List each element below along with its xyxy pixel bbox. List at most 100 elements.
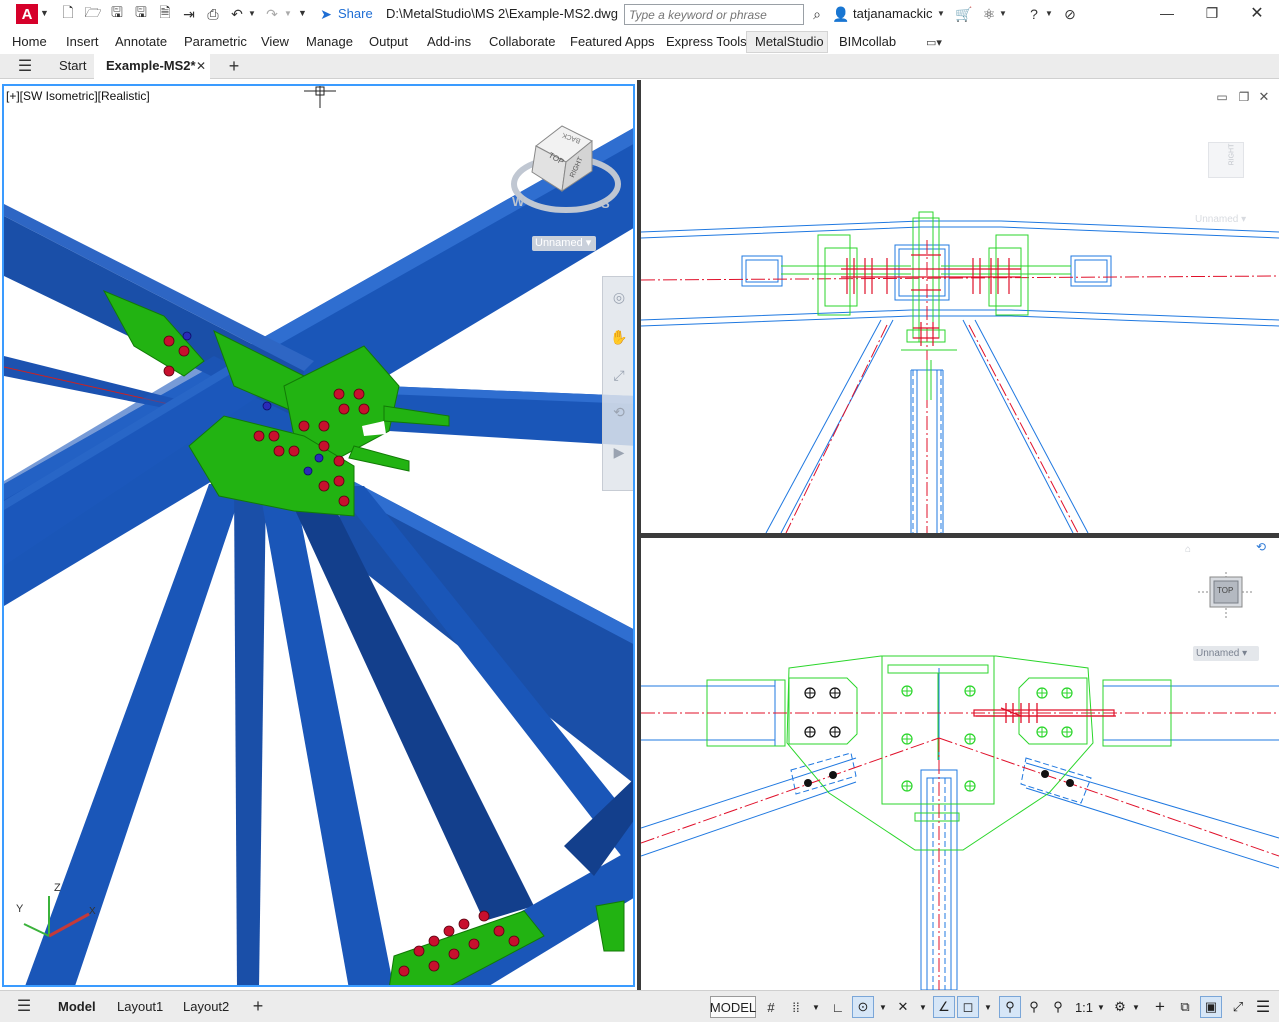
menu-view[interactable]: View bbox=[261, 34, 289, 49]
quick-access-customize-icon[interactable]: ▼ bbox=[298, 8, 307, 18]
menu-home[interactable]: Home bbox=[12, 34, 47, 49]
menu-add-ins[interactable]: Add-ins bbox=[427, 34, 471, 49]
tab-layout1[interactable]: Layout1 bbox=[117, 999, 163, 1014]
named-view-dropdown[interactable]: Unnamed ▾ bbox=[532, 236, 596, 251]
compass-west-label[interactable]: W bbox=[512, 194, 524, 209]
redo-dropdown-icon[interactable]: ▼ bbox=[284, 9, 292, 18]
navigation-bar: ◎ ✋ ⤢ ⟲ ▶ bbox=[602, 276, 633, 491]
workspace-dropdown-icon[interactable]: ▼ bbox=[1130, 996, 1142, 1018]
showmotion-icon[interactable]: ▶ bbox=[609, 442, 629, 462]
model-space-button[interactable]: MODEL bbox=[710, 996, 756, 1018]
object-snap-icon[interactable]: ◻ bbox=[957, 996, 979, 1018]
ribbon-display-toggle-icon[interactable]: ▭▾ bbox=[922, 34, 946, 50]
undo-icon[interactable]: ↶ bbox=[228, 5, 246, 23]
osnap-dropdown-icon[interactable]: ▼ bbox=[982, 996, 994, 1018]
customization-menu-icon[interactable]: ☰ bbox=[1253, 996, 1273, 1018]
pan-hand-icon[interactable]: ✋ bbox=[609, 327, 629, 347]
help-icon[interactable]: ? bbox=[1025, 5, 1043, 23]
restore-icon[interactable]: ❐ bbox=[1203, 4, 1221, 22]
workspace-gear-icon[interactable]: ⚙ bbox=[1110, 996, 1130, 1018]
feedback-icon[interactable]: ⊘ bbox=[1061, 5, 1079, 23]
undo-dropdown-icon[interactable]: ▼ bbox=[248, 9, 256, 18]
orbit-icon[interactable]: ⟲ bbox=[609, 402, 629, 422]
app-dropdown-icon[interactable]: ▼ bbox=[999, 9, 1007, 18]
units-icon[interactable]: ⧉ bbox=[1175, 996, 1195, 1018]
search-icon[interactable]: ⌕ bbox=[808, 5, 826, 23]
viewcube-top[interactable]: TOP bbox=[1198, 572, 1254, 618]
compass-south-label[interactable]: S bbox=[601, 196, 610, 211]
new-file-icon[interactable]: 🗋 bbox=[59, 4, 77, 23]
named-view-dropdown-plan[interactable]: Unnamed ▾ bbox=[1193, 646, 1259, 661]
zoom-extents-icon[interactable]: ⤢ bbox=[609, 365, 629, 385]
polar-tracking-icon[interactable]: ⊙ bbox=[852, 996, 874, 1018]
viewport-right-elevation[interactable]: ▭ ❐ ✕ RIGHT Unnamed ▾ bbox=[641, 80, 1279, 533]
annotation-monitor-plus-icon[interactable]: + bbox=[1150, 996, 1170, 1018]
home-view-icon[interactable]: ⌂ bbox=[1181, 542, 1195, 556]
viewport-maximize-icon[interactable]: ❐ bbox=[1237, 90, 1251, 104]
app-menu-chevron-icon[interactable]: ▼ bbox=[40, 8, 49, 18]
scale-dropdown-icon[interactable]: ▼ bbox=[1095, 996, 1107, 1018]
tab-start[interactable]: Start bbox=[59, 58, 86, 73]
viewport-3d-isometric[interactable]: [+][SW Isometric][Realistic] Y Z X TOP R… bbox=[2, 84, 635, 987]
tab-close-icon[interactable]: ✕ bbox=[194, 59, 208, 73]
viewport-top-plan[interactable]: ⌂ ⟲ TOP Unnamed ▾ bbox=[641, 538, 1279, 990]
search-input[interactable] bbox=[624, 4, 804, 25]
minimize-icon[interactable]: — bbox=[1158, 4, 1176, 22]
ortho-icon[interactable]: ∟ bbox=[828, 996, 848, 1018]
viewcube[interactable]: TOP RIGHT BACK W S bbox=[504, 116, 629, 226]
menu-metalstudio[interactable]: MetalStudio bbox=[755, 34, 824, 49]
menu-express-tools[interactable]: Express Tools bbox=[666, 34, 747, 49]
add-layout-icon[interactable]: + bbox=[248, 996, 268, 1016]
isodraft-icon[interactable]: ✕ bbox=[893, 996, 913, 1018]
clean-screen-icon[interactable]: ⤢ bbox=[1228, 996, 1248, 1018]
annotation-visibility-icon[interactable]: ⚲ bbox=[999, 996, 1021, 1018]
viewport-close-icon[interactable]: ✕ bbox=[1257, 89, 1271, 104]
snap-dropdown-icon[interactable]: ▼ bbox=[810, 996, 822, 1018]
layout-menu-icon[interactable]: ☰ bbox=[14, 996, 34, 1016]
menu-bimcollab[interactable]: BIMcollab bbox=[839, 34, 896, 49]
steeringwheel-icon[interactable]: ◎ bbox=[609, 287, 629, 307]
menu-featured-apps[interactable]: Featured Apps bbox=[570, 34, 655, 49]
tab-layout2[interactable]: Layout2 bbox=[183, 999, 229, 1014]
help-dropdown-icon[interactable]: ▼ bbox=[1045, 9, 1053, 18]
quick-properties-icon[interactable]: ▣ bbox=[1200, 996, 1222, 1018]
viewcube-right[interactable]: RIGHT bbox=[1208, 142, 1244, 178]
named-view-label-plan: Unnamed bbox=[1196, 648, 1240, 659]
open-folder-icon[interactable]: 🗁 bbox=[84, 4, 102, 23]
user-dropdown-icon[interactable]: ▼ bbox=[937, 9, 945, 18]
hamburger-menu-icon[interactable]: ☰ bbox=[15, 57, 35, 75]
autodesk-app-icon[interactable]: ⚛ bbox=[980, 5, 998, 23]
annotation-scale-value[interactable]: 1:1 bbox=[1072, 996, 1096, 1018]
publish-icon[interactable]: ⇥ bbox=[180, 5, 198, 23]
object-snap-tracking-icon[interactable]: ∠ bbox=[933, 996, 955, 1018]
polar-dropdown-icon[interactable]: ▼ bbox=[877, 996, 889, 1018]
menu-insert[interactable]: Insert bbox=[66, 34, 99, 49]
save-as-icon[interactable]: 🖫 bbox=[132, 4, 150, 23]
username-label[interactable]: tatjanamackic bbox=[853, 6, 932, 21]
menu-output[interactable]: Output bbox=[369, 34, 408, 49]
auto-scale-icon[interactable]: ⚲ bbox=[1024, 996, 1044, 1018]
menu-collaborate[interactable]: Collaborate bbox=[489, 34, 556, 49]
menu-annotate[interactable]: Annotate bbox=[115, 34, 167, 49]
redo-icon[interactable]: ↷ bbox=[263, 5, 281, 23]
viewport-minimize-icon[interactable]: ▭ bbox=[1215, 90, 1229, 104]
cart-icon[interactable]: 🛒 bbox=[955, 5, 973, 23]
tab-model[interactable]: Model bbox=[58, 999, 96, 1014]
rotate-view-icon[interactable]: ⟲ bbox=[1251, 540, 1271, 554]
new-tab-plus-icon[interactable]: + bbox=[224, 56, 244, 76]
menu-manage[interactable]: Manage bbox=[306, 34, 353, 49]
export-icon[interactable]: 🗎 bbox=[156, 4, 174, 23]
autocad-logo-icon[interactable]: A bbox=[16, 4, 38, 24]
annotation-scale-icon[interactable]: ⚲ bbox=[1048, 996, 1068, 1018]
grid-icon[interactable]: # bbox=[761, 996, 781, 1018]
close-icon[interactable]: ✕ bbox=[1248, 4, 1266, 22]
isodraft-dropdown-icon[interactable]: ▼ bbox=[917, 996, 929, 1018]
share-button[interactable]: Share bbox=[338, 6, 373, 21]
named-view-dropdown-right[interactable]: Unnamed ▾ bbox=[1195, 214, 1259, 228]
tab-example-ms2[interactable]: Example-MS2* bbox=[106, 58, 196, 73]
plot-icon[interactable]: ⎙ bbox=[204, 5, 222, 23]
menu-parametric[interactable]: Parametric bbox=[184, 34, 247, 49]
viewport-controls-label[interactable]: [+][SW Isometric][Realistic] bbox=[6, 89, 150, 103]
snap-icon[interactable]: ⁞⁞ bbox=[786, 996, 806, 1018]
save-icon[interactable]: 🖫 bbox=[108, 4, 126, 23]
